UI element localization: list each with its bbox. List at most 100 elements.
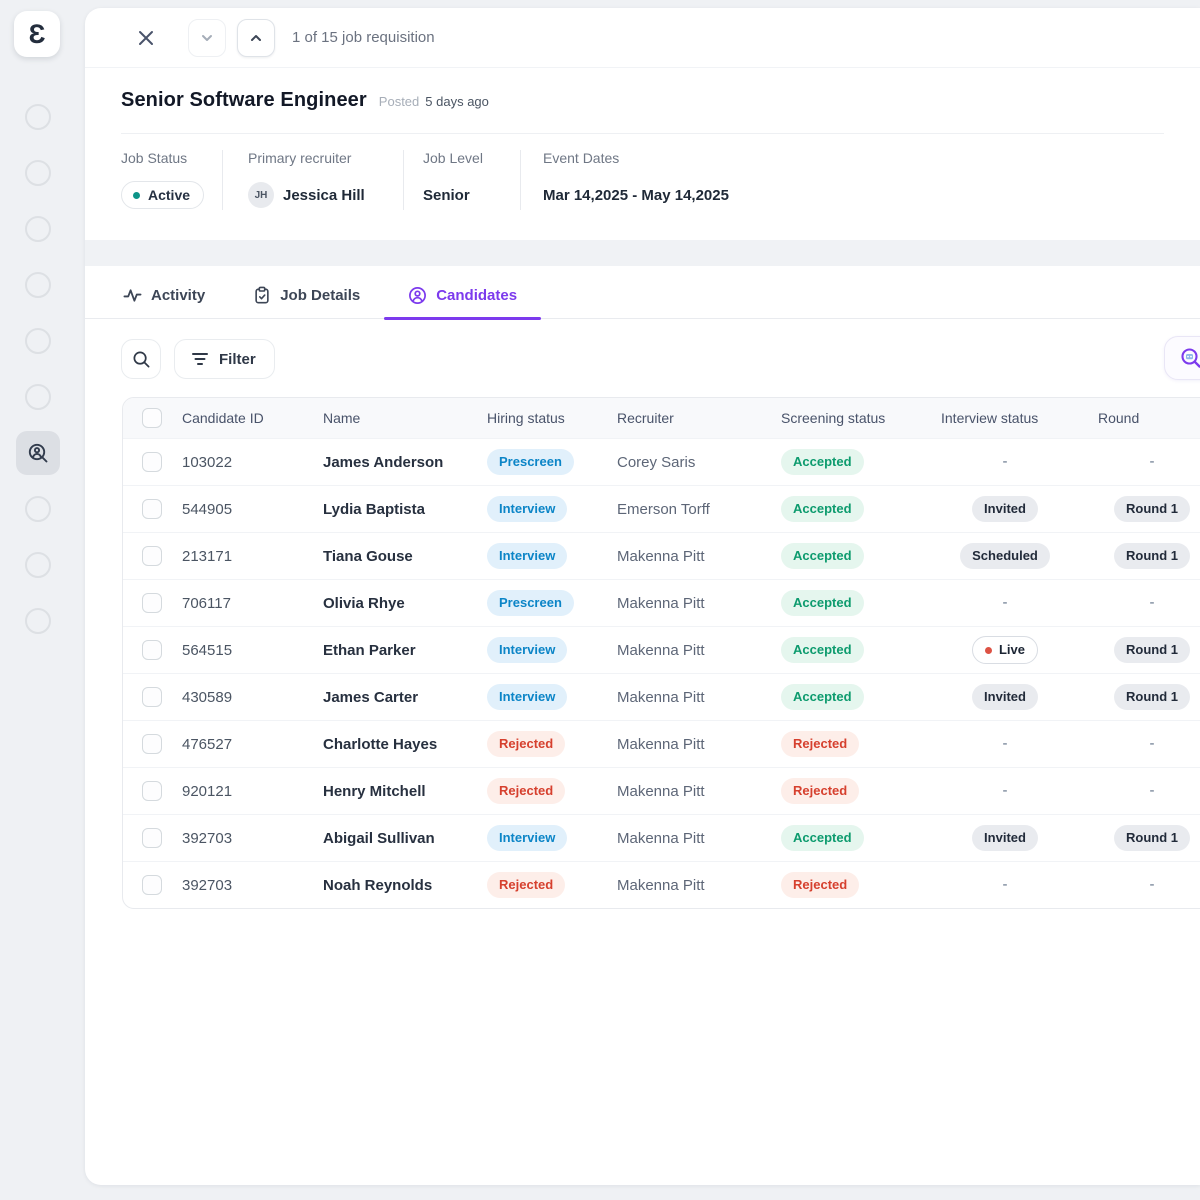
- table-row[interactable]: 430589James CarterInterviewMakenna PittA…: [123, 673, 1200, 720]
- sidebar-item-placeholder[interactable]: [25, 496, 51, 522]
- candidate-id: 392703: [171, 830, 312, 847]
- row-checkbox[interactable]: [142, 828, 162, 848]
- row-checkbox[interactable]: [142, 452, 162, 472]
- row-checkbox[interactable]: [142, 734, 162, 754]
- sidebar-item-placeholder[interactable]: [25, 216, 51, 242]
- status-badge: Rejected: [487, 872, 565, 898]
- table-row[interactable]: 920121Henry MitchellRejectedMakenna Pitt…: [123, 767, 1200, 814]
- status-badge: Accepted: [781, 449, 864, 475]
- empty-value: -: [1003, 782, 1008, 799]
- column-header: Recruiter: [606, 410, 770, 426]
- row-checkbox[interactable]: [142, 499, 162, 519]
- header-divider: [121, 133, 1164, 134]
- table-row[interactable]: 392703Noah ReynoldsRejectedMakenna PittR…: [123, 861, 1200, 908]
- status-badge: Accepted: [781, 637, 864, 663]
- status-badge: Round 1: [1114, 543, 1190, 569]
- job-status-label: Job Status: [121, 150, 222, 166]
- chevron-up-icon: [248, 30, 264, 46]
- filter-button[interactable]: Filter: [174, 339, 275, 379]
- sidebar-item-placeholder[interactable]: [25, 328, 51, 354]
- recruiter-name: Makenna Pitt: [606, 736, 770, 753]
- candidate-name: Henry Mitchell: [312, 783, 476, 800]
- table-toolbar: Filter Dyn: [121, 339, 1200, 379]
- table-row[interactable]: 544905Lydia BaptistaInterviewEmerson Tor…: [123, 485, 1200, 532]
- sidebar-item-placeholder[interactable]: [25, 160, 51, 186]
- row-checkbox[interactable]: [142, 546, 162, 566]
- table-row[interactable]: 476527Charlotte HayesRejectedMakenna Pit…: [123, 720, 1200, 767]
- candidate-name: Lydia Baptista: [312, 501, 476, 518]
- sidebar-item-placeholder[interactable]: [25, 104, 51, 130]
- select-all-checkbox[interactable]: [142, 408, 162, 428]
- interview-status-cell: Invited: [930, 684, 1087, 710]
- hiring-status-cell: Interview: [476, 825, 606, 851]
- candidate-id: 392703: [171, 877, 312, 894]
- tab-job-details[interactable]: Job Details: [251, 276, 362, 318]
- column-header: Interview status: [930, 410, 1087, 426]
- sidebar-item-placeholder[interactable]: [25, 608, 51, 634]
- recruiter-name: Makenna Pitt: [606, 830, 770, 847]
- candidate-id: 706117: [171, 595, 312, 612]
- empty-value: -: [1150, 876, 1155, 893]
- table-row[interactable]: 564515Ethan ParkerInterviewMakenna PittA…: [123, 626, 1200, 673]
- table-row[interactable]: 213171Tiana GouseInterviewMakenna PittAc…: [123, 532, 1200, 579]
- chevron-down-icon: [199, 30, 215, 46]
- status-badge: Rejected: [487, 731, 565, 757]
- candidate-name: James Carter: [312, 689, 476, 706]
- candidate-name: Noah Reynolds: [312, 877, 476, 894]
- table-row[interactable]: 103022James AndersonPrescreenCorey Saris…: [123, 438, 1200, 485]
- screening-status-cell: Rejected: [770, 872, 930, 898]
- recruiter-avatar: JH: [248, 182, 274, 208]
- column-header: Round: [1087, 410, 1200, 426]
- sidebar-item-placeholder[interactable]: [25, 552, 51, 578]
- tab-bar: Activity Job Details Candidates: [85, 266, 1200, 319]
- sidebar-item-placeholder[interactable]: [25, 272, 51, 298]
- previous-requisition-button[interactable]: [188, 19, 226, 57]
- row-checkbox[interactable]: [142, 781, 162, 801]
- status-badge: Round 1: [1114, 637, 1190, 663]
- empty-value: -: [1150, 735, 1155, 752]
- status-badge: Live: [972, 636, 1038, 664]
- hiring-status-cell: Prescreen: [476, 590, 606, 616]
- tab-activity[interactable]: Activity: [121, 276, 207, 318]
- dynamic-search-button[interactable]: Dyn: [1164, 336, 1200, 380]
- status-badge: Round 1: [1114, 496, 1190, 522]
- tab-candidates[interactable]: Candidates: [406, 276, 519, 318]
- app-logo[interactable]: Ɛ: [14, 11, 60, 57]
- event-dates-value: Mar 14,2025 - May 14,2025: [543, 180, 729, 210]
- table-row[interactable]: 392703Abigail SullivanInterviewMakenna P…: [123, 814, 1200, 861]
- sidebar-item-candidate-search[interactable]: [16, 431, 60, 475]
- recruiter-name: Jessica Hill: [283, 187, 365, 204]
- recruiter-label: Primary recruiter: [248, 150, 403, 166]
- screening-status-cell: Accepted: [770, 449, 930, 475]
- row-checkbox[interactable]: [142, 593, 162, 613]
- row-checkbox[interactable]: [142, 640, 162, 660]
- status-badge: Accepted: [781, 496, 864, 522]
- status-badge: Interview: [487, 496, 567, 522]
- column-header: Name: [312, 410, 476, 426]
- recruiter-name: Makenna Pitt: [606, 642, 770, 659]
- close-button[interactable]: [132, 24, 160, 52]
- recruiter-name: Makenna Pitt: [606, 548, 770, 565]
- status-badge: Invited: [972, 684, 1038, 710]
- hiring-status-cell: Interview: [476, 684, 606, 710]
- row-checkbox[interactable]: [142, 875, 162, 895]
- table-row[interactable]: 706117Olivia RhyePrescreenMakenna PittAc…: [123, 579, 1200, 626]
- screening-status-cell: Rejected: [770, 778, 930, 804]
- empty-value: -: [1150, 594, 1155, 611]
- candidate-id: 213171: [171, 548, 312, 565]
- candidate-id: 476527: [171, 736, 312, 753]
- sidebar-item-placeholder[interactable]: [25, 384, 51, 410]
- empty-value: -: [1003, 876, 1008, 893]
- recruiter-name: Corey Saris: [606, 454, 770, 471]
- search-icon: [132, 350, 151, 369]
- job-status-badge: Active: [121, 181, 204, 209]
- row-checkbox[interactable]: [142, 687, 162, 707]
- activity-icon: [123, 286, 142, 305]
- round-cell: Round 1: [1087, 825, 1200, 851]
- next-requisition-button[interactable]: [237, 19, 275, 57]
- candidate-id: 544905: [171, 501, 312, 518]
- search-button[interactable]: [121, 339, 161, 379]
- interview-status-cell: -: [930, 876, 1087, 894]
- empty-value: -: [1150, 782, 1155, 799]
- live-dot-icon: [985, 647, 992, 654]
